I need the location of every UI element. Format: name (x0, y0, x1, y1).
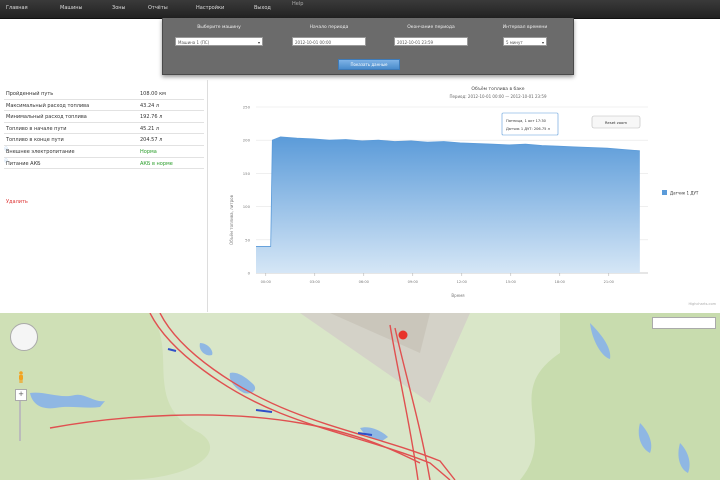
stat-row: Топливо в начале пути 45.21 л (4, 123, 204, 135)
stat-label: Максимальный расход топлива (6, 102, 90, 109)
map-pan-control[interactable] (10, 323, 38, 351)
nav-item-logout[interactable]: Выход (254, 5, 271, 11)
vehicle-filter-label: Выберите машину (197, 25, 241, 30)
y-tick-label: 150 (243, 171, 251, 176)
vehicle-filter: Выберите машину Машина 1 (ПС) ▾ (173, 25, 265, 46)
y-tick-label: 100 (243, 204, 251, 209)
period-end-input[interactable]: 2012-10-01 23:59 (394, 37, 468, 46)
y-axis-ticks: 250 200 150 100 50 0 (243, 105, 251, 276)
period-start-filter: Начало периода 2012-10-01 00:00 (283, 25, 375, 46)
reset-zoom-button[interactable]: Reset zoom (591, 115, 641, 129)
nav-item-help[interactable]: Help (292, 1, 303, 7)
stat-row: Внешнее электропитание ⓘ Норма (4, 146, 204, 158)
interval-filter: Интервал времени 5 минут ▾ (479, 25, 571, 46)
stat-value: АКБ в норме (140, 160, 173, 167)
zoom-slider[interactable] (19, 401, 21, 441)
interval-select-value: 5 минут (506, 40, 523, 45)
interval-label: Интервал времени (502, 25, 548, 30)
map-type-control[interactable] (652, 317, 716, 329)
x-tick-label: 12:00 (457, 280, 468, 284)
x-axis-label: Время (451, 293, 465, 298)
x-axis-ticks: 00:00 03:00 06:00 09:00 12:00 15:00 18:00 21:00 (261, 273, 615, 284)
stat-label: Пройденный путь (6, 91, 54, 97)
nav-item-settings[interactable]: Настройки (196, 5, 224, 11)
period-start-input[interactable]: 2012-10-01 00:00 (292, 37, 366, 46)
y-tick-label: 200 (243, 138, 251, 143)
fuel-area-series[interactable] (256, 136, 640, 273)
zoom-in-button[interactable]: + (15, 389, 27, 401)
nav-item-home[interactable]: Главная (6, 5, 28, 11)
period-start-label: Начало периода (309, 25, 349, 30)
stat-row: Питание АКБ ⓘ АКБ в норме (4, 158, 204, 170)
tooltip-date: Пятница, 1 окт 17:30 (506, 119, 547, 123)
period-end-label: Окончание периода (407, 25, 455, 30)
stat-row: Максимальный расход топлива 43.24 л (4, 100, 204, 112)
chart-credit[interactable]: Highcharts.com (688, 302, 716, 306)
reset-zoom-label: Reset zoom (605, 120, 627, 125)
x-tick-label: 06:00 (359, 280, 370, 284)
stat-value: 204.57 л (140, 137, 163, 144)
chevron-down-icon: ▾ (257, 40, 260, 45)
period-start-value: 2012-10-01 00:00 (295, 40, 332, 45)
stat-label: Внешнее электропитание (6, 148, 75, 155)
tooltip-value: Датчик 1 ДУТ: 206.75 л (506, 127, 550, 131)
period-end-value: 2012-10-01 23:59 (397, 40, 434, 45)
top-navigation: Главная Машины Зоны Отчёты Настройки Вых… (0, 0, 720, 19)
stat-row: Пройденный путь 108.00 км (4, 88, 204, 100)
y-axis-label: Объём топлива, литров (229, 194, 234, 245)
map-view[interactable]: + (0, 313, 720, 480)
stat-label: Топливо в конце пути (6, 137, 64, 144)
stat-value: 108.00 км (140, 91, 166, 97)
chart-tooltip: Пятница, 1 окт 17:30 Датчик 1 ДУТ: 206.7… (501, 112, 559, 136)
street-view-pegman-icon[interactable] (17, 371, 25, 383)
nav-item-zones[interactable]: Зоны (112, 5, 125, 11)
stat-value: Норма (140, 148, 157, 155)
y-tick-label: 50 (245, 237, 250, 242)
y-tick-label: 0 (248, 271, 251, 276)
vehicle-select-value: Машина 1 (ПС) (178, 40, 210, 45)
stat-value: 192.76 л (140, 114, 163, 121)
fuel-chart: Объём топлива в баке Период: 2012-10-01 … (229, 86, 717, 306)
x-tick-label: 03:00 (310, 280, 321, 284)
x-tick-label: 00:00 (261, 280, 272, 284)
stat-row: Топливо в конце пути 204.57 л (4, 134, 204, 146)
stat-value: 43.24 л (140, 102, 160, 109)
delete-link[interactable]: Удалить (6, 199, 28, 205)
legend-swatch (662, 190, 667, 195)
chevron-down-icon: ▾ (541, 40, 544, 45)
stat-label: Питание АКБ (6, 160, 41, 167)
x-tick-label: 09:00 (408, 280, 419, 284)
x-tick-label: 21:00 (604, 280, 615, 284)
chart-legend[interactable]: Датчик 1 ДУТ (662, 190, 699, 196)
x-tick-label: 18:00 (555, 280, 566, 284)
y-tick-label: 250 (243, 105, 251, 110)
map-canvas[interactable] (0, 313, 720, 480)
stat-label: Минимальный расход топлива (6, 114, 87, 121)
apply-filter-button[interactable]: Показать данные (338, 59, 400, 70)
nav-item-reports[interactable]: Отчёты (148, 5, 168, 11)
interval-select[interactable]: 5 минут ▾ (503, 37, 547, 46)
fuel-chart-frame: Объём топлива в баке Период: 2012-10-01 … (207, 80, 720, 312)
chart-subtitle: Период: 2012-10-01 00:00 — 2012-10-01 23… (449, 94, 547, 99)
period-end-filter: Окончание периода 2012-10-01 23:59 (385, 25, 477, 46)
stat-label: Топливо в начале пути (6, 125, 67, 132)
stat-value: 45.21 л (140, 125, 160, 132)
nav-item-vehicles[interactable]: Машины (60, 5, 82, 11)
stat-row: Минимальный расход топлива 192.76 л (4, 111, 204, 123)
legend-label: Датчик 1 ДУТ (670, 191, 699, 196)
chart-title: Объём топлива в баке (471, 86, 524, 92)
filter-panel: Выберите машину Машина 1 (ПС) ▾ Начало п… (162, 18, 574, 75)
vehicle-position-marker[interactable] (398, 330, 408, 340)
trip-stats-table: Пройденный путь 108.00 км Максимальный рас… (4, 88, 204, 170)
vehicle-select[interactable]: Машина 1 (ПС) ▾ (175, 37, 263, 46)
x-tick-label: 15:00 (506, 280, 517, 284)
